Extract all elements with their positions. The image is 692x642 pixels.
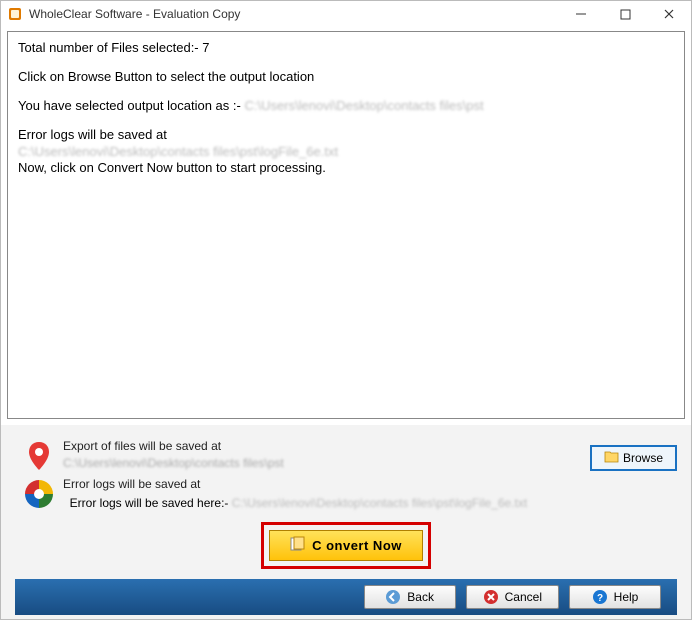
log-text: You have selected output location as :- <box>18 98 244 113</box>
errors-row: Error logs will be saved at Error logs w… <box>15 477 677 510</box>
app-icon <box>7 6 23 22</box>
help-label: Help <box>614 590 639 604</box>
convert-highlight: C onvert Now <box>261 522 431 569</box>
export-row: Export of files will be saved at C:\User… <box>15 439 677 471</box>
log-text: Error logs will be saved at <box>18 127 674 144</box>
errors-sub: Error logs will be saved here:- C:\Users… <box>63 496 677 510</box>
cancel-button[interactable]: Cancel <box>466 585 559 609</box>
back-label: Back <box>407 590 434 604</box>
errors-sub-path: C:\Users\lenovi\Desktop\contacts files\p… <box>232 496 527 510</box>
titlebar: WholeClear Software - Evaluation Copy <box>1 1 691 27</box>
export-path: C:\Users\lenovi\Desktop\contacts files\p… <box>63 456 557 470</box>
log-path: C:\Users\lenovi\Desktop\contacts files\p… <box>18 144 674 161</box>
log-line: Click on Browse Button to select the out… <box>18 69 674 86</box>
log-area: Total number of Files selected:- 7 Click… <box>7 31 685 419</box>
log-line: Error logs will be saved at C:\Users\len… <box>18 127 674 178</box>
window-controls <box>559 1 691 27</box>
convert-icon <box>290 536 306 555</box>
help-icon: ? <box>592 589 608 605</box>
cancel-label: Cancel <box>505 590 542 604</box>
maximize-button[interactable] <box>603 1 647 27</box>
browse-label: Browse <box>623 451 663 465</box>
convert-row: C onvert Now <box>15 516 677 579</box>
errors-title: Error logs will be saved at <box>63 477 677 491</box>
minimize-button[interactable] <box>559 1 603 27</box>
cancel-icon <box>483 589 499 605</box>
export-title: Export of files will be saved at <box>63 439 557 453</box>
convert-label: C onvert Now <box>312 538 402 553</box>
back-button[interactable]: Back <box>364 585 456 609</box>
pie-chart-icon <box>15 477 63 509</box>
errors-sub-prefix: Error logs will be saved here:- <box>70 496 232 510</box>
footer-bar: Back Cancel ? Help <box>15 579 677 615</box>
browse-button[interactable]: Browse <box>590 445 677 471</box>
svg-text:?: ? <box>597 593 603 604</box>
back-arrow-icon <box>385 589 401 605</box>
log-path: C:\Users\lenovi\Desktop\contacts files\p… <box>244 98 483 113</box>
bottom-panel: Export of files will be saved at C:\User… <box>1 425 691 619</box>
close-button[interactable] <box>647 1 691 27</box>
folder-icon <box>604 450 619 466</box>
help-button[interactable]: ? Help <box>569 585 661 609</box>
convert-now-button[interactable]: C onvert Now <box>269 530 423 561</box>
location-pin-icon <box>15 439 63 471</box>
log-text: Now, click on Convert Now button to star… <box>18 160 674 177</box>
log-line: Total number of Files selected:- 7 <box>18 40 674 57</box>
log-line: You have selected output location as :- … <box>18 98 674 115</box>
window-title: WholeClear Software - Evaluation Copy <box>29 7 559 21</box>
